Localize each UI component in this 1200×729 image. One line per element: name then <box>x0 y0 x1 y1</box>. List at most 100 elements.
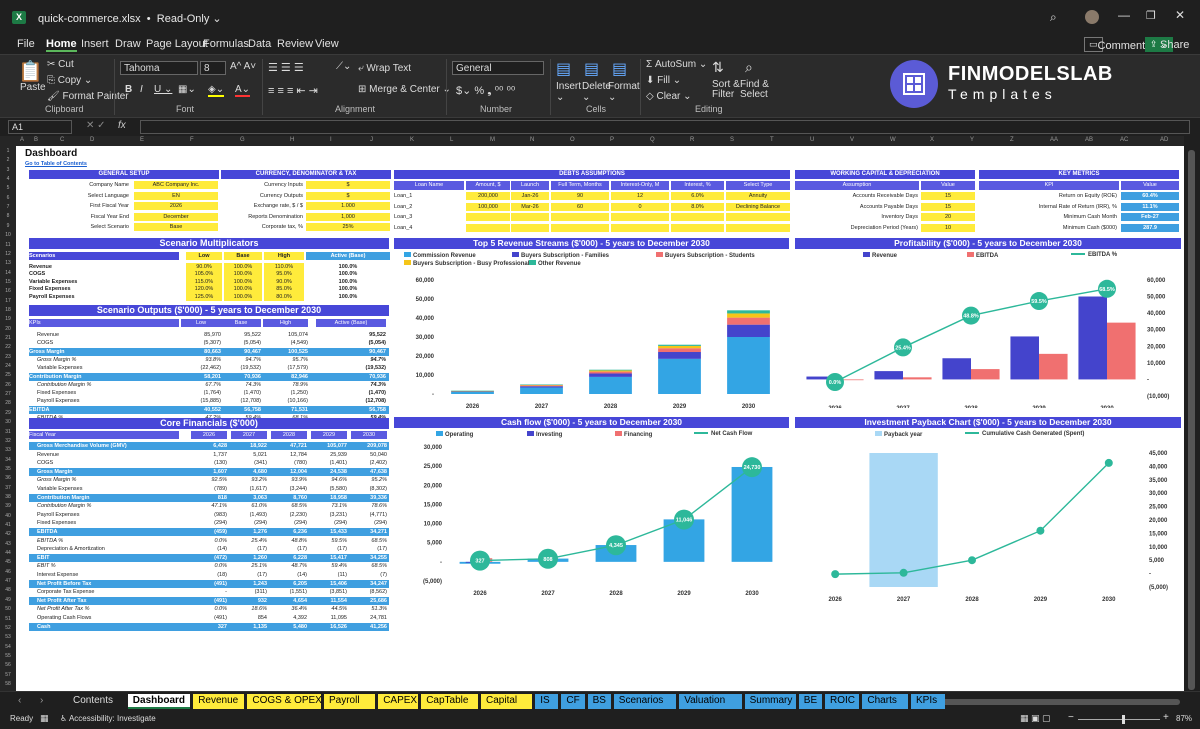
row-number[interactable]: 23 <box>1 354 15 360</box>
column-header[interactable]: K <box>410 137 414 143</box>
row-number[interactable]: 50 <box>1 606 15 612</box>
sheet-tab[interactable]: Revenue <box>193 694 245 709</box>
tab-view[interactable]: View <box>315 38 339 50</box>
row-number[interactable]: 5 <box>1 185 15 191</box>
column-header[interactable]: J <box>370 137 373 143</box>
column-header[interactable]: AD <box>1160 137 1168 143</box>
copy-button[interactable]: ⎘ Copy ⌄ <box>47 75 92 86</box>
row-number[interactable]: 46 <box>1 569 15 575</box>
row-number[interactable]: 57 <box>1 672 15 678</box>
sheet-tab[interactable]: BS <box>587 694 611 709</box>
insert-cells-button[interactable]: Insert ⌄ <box>556 81 581 103</box>
sheet-tab[interactable]: Payroll <box>324 694 376 709</box>
sheet-tab[interactable]: IS <box>535 694 559 709</box>
find-select-icon[interactable]: ⌕ <box>745 59 753 76</box>
formula-input[interactable] <box>140 120 1190 134</box>
sheet-tab[interactable]: Dashboard <box>127 694 191 709</box>
column-header[interactable]: T <box>770 137 774 143</box>
tab-formulas[interactable]: Formulas <box>203 38 249 50</box>
row-number[interactable]: 3 <box>1 167 15 173</box>
align-top-icon[interactable]: ☰ ☰ ☰ <box>268 61 304 74</box>
cut-button[interactable]: ✂ Cut <box>47 59 74 70</box>
row-number[interactable]: 29 <box>1 410 15 416</box>
sheet-tab[interactable]: Scenarios <box>613 694 677 709</box>
sheet-tab[interactable]: Summary <box>744 694 796 709</box>
orientation-icon[interactable]: ⟋⌄ <box>336 61 351 72</box>
fx-icon[interactable]: fx <box>118 120 126 131</box>
column-header[interactable]: N <box>530 137 534 143</box>
column-header[interactable]: I <box>330 137 332 143</box>
restore-icon[interactable]: ❐ <box>1146 9 1156 22</box>
row-number[interactable]: 18 <box>1 307 15 313</box>
row-number[interactable]: 44 <box>1 550 15 556</box>
chart-cash[interactable]: Cash flow ($'000) - 5 years to December … <box>394 417 789 607</box>
row-number[interactable]: 37 <box>1 485 15 491</box>
zoom-out-icon[interactable]: − <box>1068 712 1074 723</box>
column-header[interactable]: Q <box>650 137 655 143</box>
underline-button[interactable]: U ⌄ <box>154 84 172 95</box>
sort-filter-icon[interactable]: ⇅ <box>712 59 724 76</box>
row-number[interactable]: 1 <box>1 148 15 154</box>
row-number[interactable]: 39 <box>1 503 15 509</box>
italic-button[interactable]: I <box>140 84 143 95</box>
tab-draw[interactable]: Draw <box>115 38 141 50</box>
row-number[interactable]: 4 <box>1 176 15 182</box>
close-icon[interactable]: ✕ <box>1175 8 1185 22</box>
tab-scroll-left-icon[interactable]: ‹ <box>18 695 21 706</box>
row-number[interactable]: 45 <box>1 559 15 565</box>
format-cells-icon[interactable]: ▤ <box>612 59 627 79</box>
sheet-tab[interactable]: COGS & OPEX <box>247 694 322 709</box>
merge-center-button[interactable]: ⊞ Merge & Center ⌄ <box>358 84 451 95</box>
row-number[interactable]: 21 <box>1 335 15 341</box>
fill-button[interactable]: ⬇ Fill ⌄ <box>646 75 681 86</box>
row-number[interactable]: 55 <box>1 653 15 659</box>
row-number[interactable]: 7 <box>1 204 15 210</box>
column-header[interactable]: R <box>690 137 694 143</box>
column-header[interactable]: L <box>450 137 453 143</box>
column-header[interactable]: C <box>60 137 64 143</box>
sheet-tab[interactable]: CapTable <box>421 694 478 709</box>
clear-button[interactable]: ◇ Clear ⌄ <box>646 91 692 102</box>
row-number[interactable]: 15 <box>1 279 15 285</box>
row-number[interactable]: 34 <box>1 457 15 463</box>
row-number[interactable]: 36 <box>1 475 15 481</box>
sort-filter-button[interactable]: Sort & Filter <box>712 80 742 100</box>
number-format-select[interactable]: General <box>452 61 544 75</box>
column-header[interactable]: Z <box>1010 137 1014 143</box>
name-box[interactable]: A1 <box>8 120 72 134</box>
row-number[interactable]: 53 <box>1 634 15 640</box>
bold-button[interactable]: B <box>125 84 132 95</box>
row-number[interactable]: 26 <box>1 382 15 388</box>
search-icon[interactable]: ⌕ <box>1050 10 1057 25</box>
row-number[interactable]: 10 <box>1 232 15 238</box>
column-header[interactable]: M <box>490 137 495 143</box>
sheet-tab[interactable]: Charts <box>862 694 908 709</box>
vertical-scrollbar[interactable] <box>1184 136 1200 691</box>
tab-page-layout[interactable]: Page Layout <box>146 38 208 50</box>
sheet-tab[interactable]: CF <box>561 694 585 709</box>
row-number[interactable]: 2 <box>1 157 15 163</box>
delete-cells-icon[interactable]: ▤ <box>584 59 599 79</box>
tab-insert[interactable]: Insert <box>81 38 109 50</box>
row-number[interactable]: 35 <box>1 466 15 472</box>
zoom-in-icon[interactable]: + <box>1163 712 1169 723</box>
row-number[interactable]: 56 <box>1 662 15 668</box>
row-number[interactable]: 54 <box>1 644 15 650</box>
zoom-slider[interactable] <box>1078 719 1160 720</box>
zoom-slider-thumb[interactable] <box>1122 715 1125 724</box>
sheet-tab[interactable]: Contents <box>68 694 125 709</box>
row-number[interactable]: 49 <box>1 597 15 603</box>
row-number[interactable]: 27 <box>1 391 15 397</box>
row-number[interactable]: 19 <box>1 316 15 322</box>
chart-payback[interactable]: Investment Payback Chart ($'000) - 5 yea… <box>795 417 1181 607</box>
row-number[interactable]: 6 <box>1 195 15 201</box>
column-header[interactable]: E <box>140 137 144 143</box>
avatar[interactable] <box>1085 10 1099 24</box>
accessibility-status[interactable]: ♿ Accessibility: Investigate <box>60 714 156 723</box>
row-number[interactable]: 11 <box>1 242 15 248</box>
column-header[interactable]: B <box>34 137 38 143</box>
paste-button[interactable]: Paste <box>20 82 46 93</box>
sheet-tab[interactable]: Valuation <box>679 694 742 709</box>
row-number[interactable]: 32 <box>1 438 15 444</box>
chart-revenue[interactable]: Top 5 Revenue Streams ($'000) - 5 years … <box>394 238 789 408</box>
